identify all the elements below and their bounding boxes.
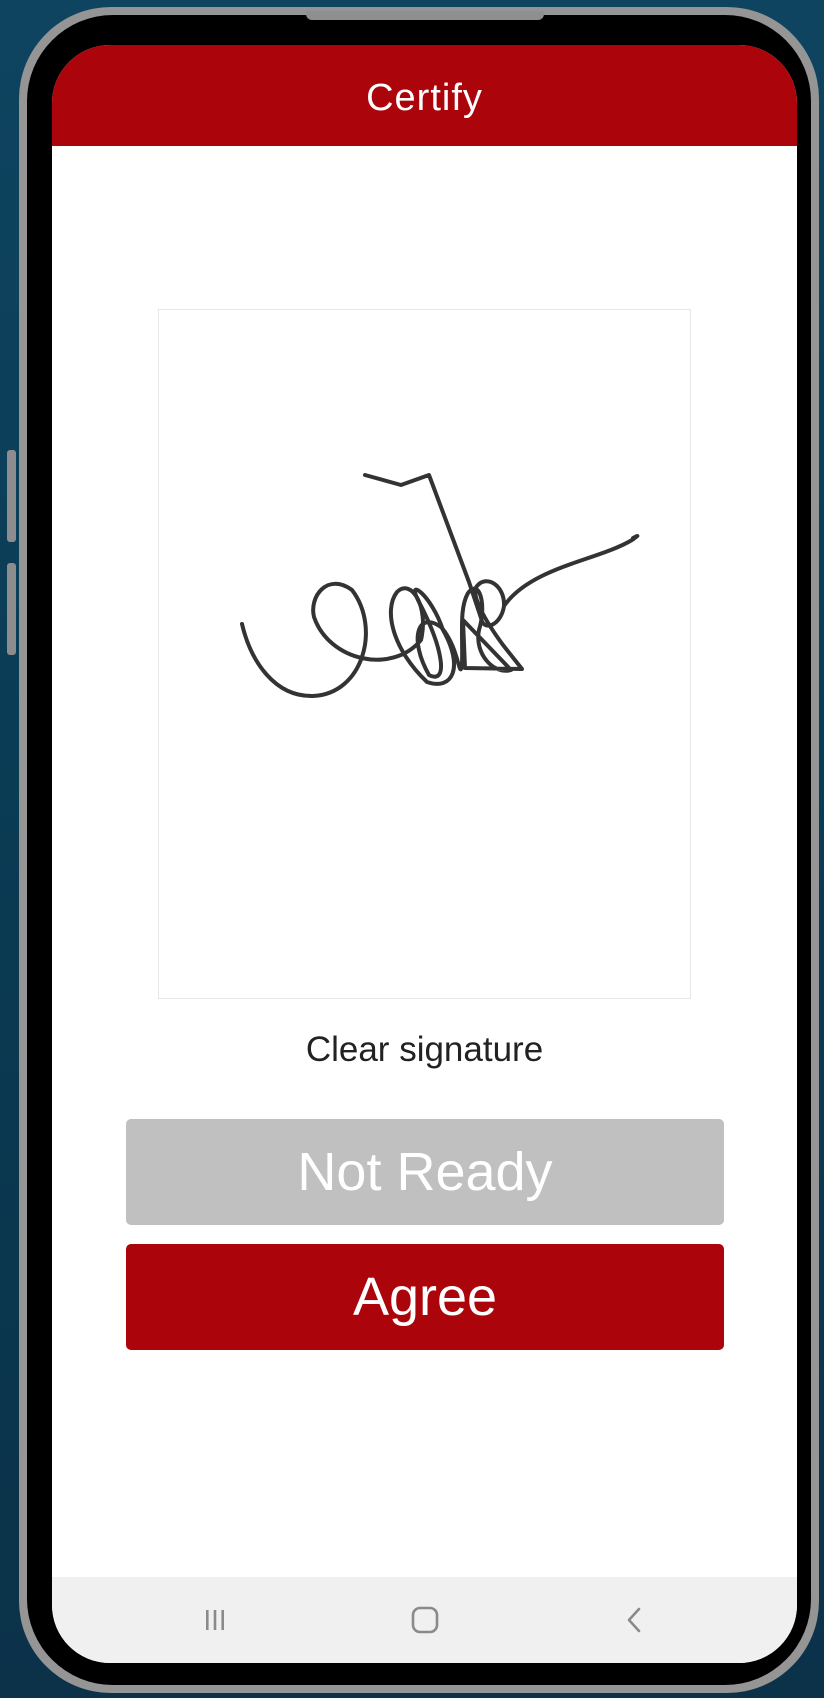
clear-signature-button[interactable]: Clear signature: [52, 1030, 797, 1070]
back-button[interactable]: [590, 1577, 680, 1663]
volume-up-button: [7, 450, 16, 542]
recent-apps-icon: [206, 1610, 224, 1630]
signature-drawing: [240, 473, 640, 699]
signature-pad[interactable]: [158, 309, 691, 999]
back-icon: [627, 1607, 641, 1633]
home-button[interactable]: [380, 1577, 470, 1663]
phone-top-edge: [306, 11, 544, 20]
recent-apps-button[interactable]: [170, 1577, 260, 1663]
app-header: Certify: [52, 45, 797, 146]
not-ready-button[interactable]: Not Ready: [126, 1119, 724, 1225]
volume-down-button: [7, 563, 16, 655]
page-title: Certify: [366, 77, 483, 119]
agree-button[interactable]: Agree: [126, 1244, 724, 1350]
system-nav-bar: [52, 1577, 797, 1663]
app-screen: Certify Clear signature Not Ready Agree: [52, 45, 797, 1663]
home-icon: [411, 1606, 439, 1634]
